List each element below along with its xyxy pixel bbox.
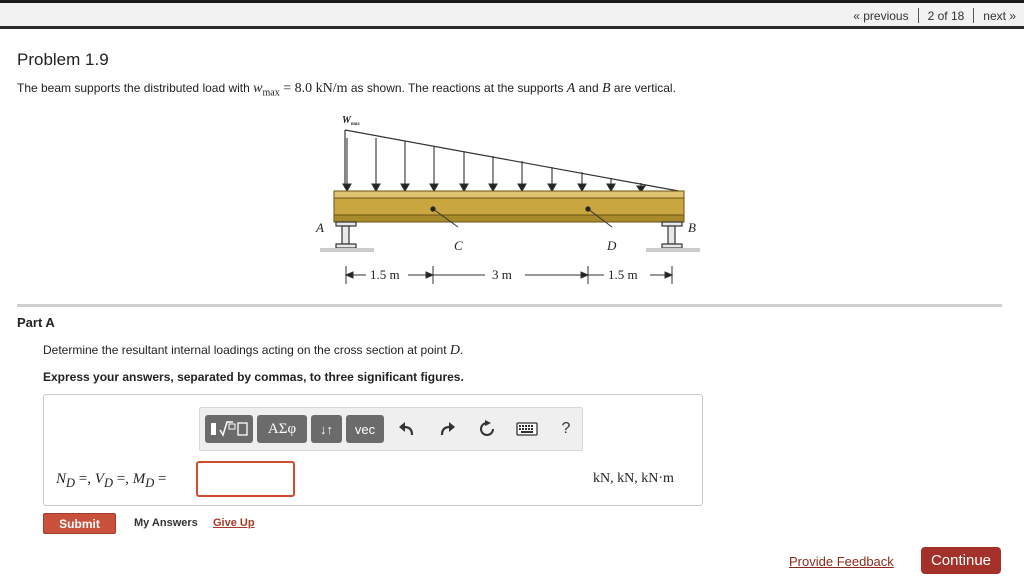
answer-input[interactable] bbox=[196, 461, 295, 497]
label-eq-1: =, bbox=[75, 471, 95, 487]
reset-icon bbox=[480, 420, 494, 436]
fraction-radical-icon bbox=[211, 421, 248, 437]
templates-button[interactable] bbox=[205, 415, 253, 443]
statement-point-b: B bbox=[602, 81, 611, 96]
label-v: V bbox=[94, 471, 104, 487]
statement-point-a: A bbox=[566, 81, 576, 96]
greek-symbols-button[interactable]: ΑΣφ bbox=[257, 415, 307, 443]
label-m-sub: D bbox=[145, 476, 155, 490]
label-c: C bbox=[454, 238, 463, 253]
question-post: . bbox=[460, 343, 464, 357]
undo-icon bbox=[399, 422, 414, 436]
pager-divider bbox=[917, 8, 919, 23]
question-text: Determine the resultant internal loading… bbox=[43, 343, 463, 359]
label-v-sub: D bbox=[103, 476, 113, 490]
label-eq-2: =, bbox=[112, 471, 133, 487]
load-label: W max bbox=[342, 115, 360, 127]
statement-sub: max bbox=[262, 87, 280, 99]
answer-box: ΑΣφ ↓↑ vec ? ND =, VD =, MD = kN, kN, kN… bbox=[43, 394, 703, 506]
question-pre: Determine the resultant internal loading… bbox=[43, 343, 450, 357]
help-button[interactable]: ? bbox=[552, 415, 580, 443]
arrows-button[interactable]: ↓↑ bbox=[311, 415, 342, 443]
next-link[interactable]: next » bbox=[983, 9, 1016, 23]
continue-button[interactable]: Continue bbox=[921, 547, 1001, 574]
submit-button[interactable]: Submit bbox=[43, 513, 116, 534]
section-divider bbox=[17, 304, 1002, 307]
problem-statement: The beam supports the distributed load w… bbox=[17, 81, 676, 98]
label-d: D bbox=[606, 238, 617, 253]
redo-icon bbox=[440, 422, 455, 436]
vector-button[interactable]: vec bbox=[346, 415, 384, 443]
label-n-sub: D bbox=[66, 476, 76, 490]
answer-label: ND =, VD =, MD = bbox=[56, 471, 166, 491]
question-point: D bbox=[449, 343, 461, 358]
beam bbox=[333, 190, 685, 223]
statement-value: = 8.0 kN/m bbox=[279, 81, 348, 96]
redo-button[interactable] bbox=[433, 415, 461, 443]
undo-button[interactable] bbox=[393, 415, 421, 443]
label-eq-3: = bbox=[154, 471, 167, 487]
load-label-sub: max bbox=[351, 122, 360, 127]
page-position: 2 of 18 bbox=[927, 8, 965, 23]
keyboard-icon bbox=[516, 422, 538, 436]
label-n: N bbox=[56, 471, 67, 487]
label-a: A bbox=[315, 220, 324, 235]
my-answers-link[interactable]: My Answers bbox=[134, 517, 198, 529]
part-title: Part A bbox=[17, 315, 55, 330]
provide-feedback-link[interactable]: Provide Feedback bbox=[789, 554, 894, 569]
reset-button[interactable] bbox=[473, 415, 501, 443]
pager: « previous 2 of 18 next » bbox=[853, 8, 1016, 23]
instruction-text: Express your answers, separated by comma… bbox=[43, 370, 464, 384]
keyboard-button[interactable] bbox=[513, 415, 541, 443]
dimension-2: 3 m bbox=[492, 267, 512, 282]
top-bar: « previous 2 of 18 next » bbox=[0, 0, 1024, 29]
support-a bbox=[320, 221, 374, 252]
pager-divider bbox=[973, 8, 975, 23]
label-m: M bbox=[132, 471, 146, 487]
statement-and: and bbox=[575, 81, 602, 95]
dimension-1: 1.5 m bbox=[370, 267, 400, 282]
beam-figure: W max A B C D 1.5 m 3 m 1.5 m bbox=[315, 115, 700, 284]
label-b: B bbox=[688, 220, 696, 235]
problem-title: Problem 1.9 bbox=[17, 50, 109, 69]
load-arrows bbox=[342, 138, 647, 193]
math-toolbar: ΑΣφ ↓↑ vec ? bbox=[199, 407, 583, 451]
load-envelope-line bbox=[344, 129, 685, 193]
answer-units: kN, kN, kN·m bbox=[593, 471, 674, 486]
statement-pre: The beam supports the distributed load w… bbox=[17, 81, 254, 95]
dimension-3: 1.5 m bbox=[608, 267, 638, 282]
statement-post: are vertical. bbox=[610, 81, 676, 95]
give-up-link[interactable]: Give Up bbox=[213, 517, 255, 529]
previous-link[interactable]: « previous bbox=[853, 9, 908, 23]
statement-mid: as shown. The reactions at the supports bbox=[347, 81, 567, 95]
